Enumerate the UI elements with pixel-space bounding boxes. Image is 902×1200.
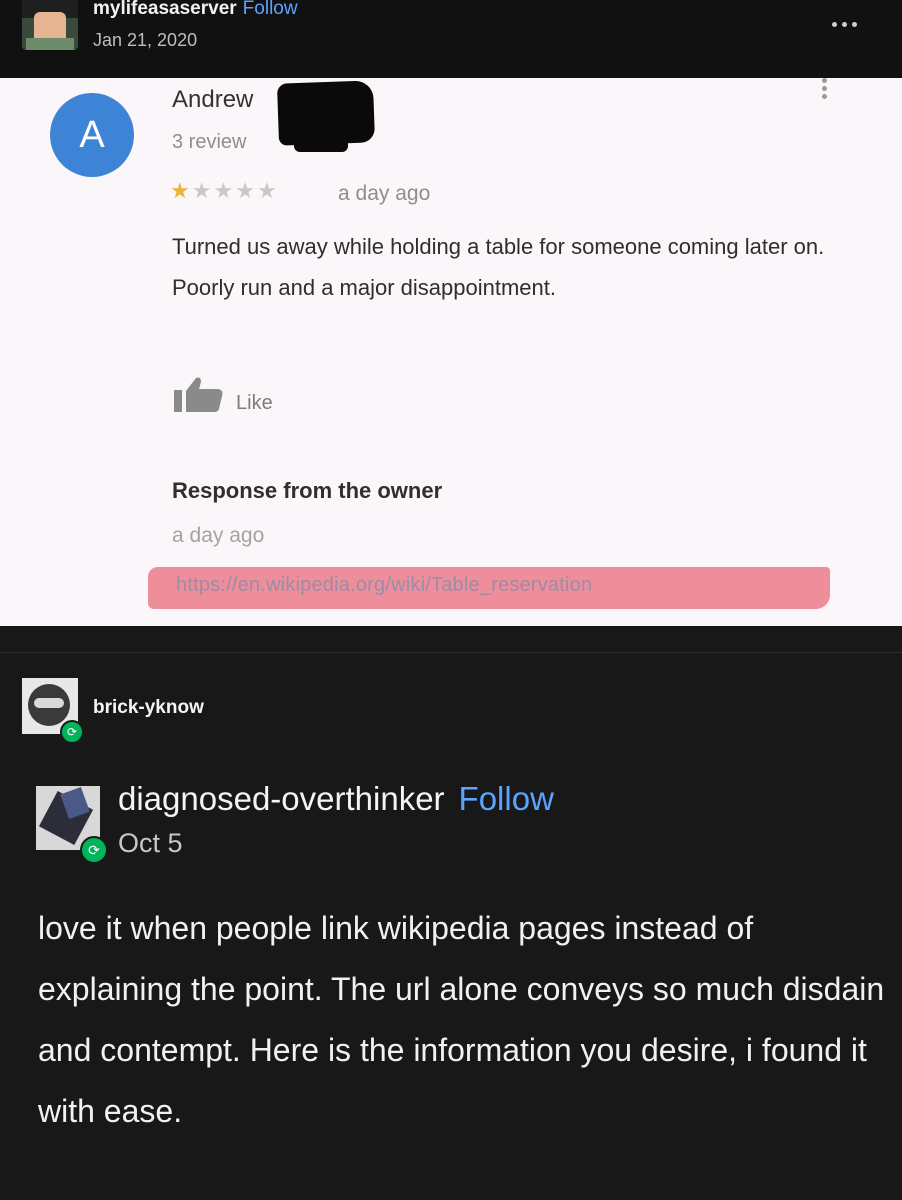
redaction-mark-lower bbox=[294, 130, 348, 152]
top-post-header: mylifeasaserver Follow Jan 21, 2020 bbox=[0, 0, 902, 78]
review-time: a day ago bbox=[338, 182, 431, 205]
star-icon: ★ bbox=[256, 178, 279, 203]
more-icon[interactable] bbox=[832, 14, 866, 27]
op-username-line: diagnosed-overthinker Follow bbox=[118, 780, 554, 818]
star-icon: ★ bbox=[170, 178, 192, 203]
star-rating: ★★★★★ bbox=[170, 178, 279, 204]
op-username[interactable]: diagnosed-overthinker bbox=[118, 780, 445, 817]
follow-button[interactable]: Follow bbox=[243, 0, 298, 19]
review-text: Turned us away while holding a table for… bbox=[172, 234, 825, 300]
review-screenshot: A Andrew 3 review ★★★★★ a day ago Turned… bbox=[0, 78, 902, 626]
owner-response-title: Response from the owner bbox=[172, 478, 443, 503]
post-date: Jan 21, 2020 bbox=[93, 30, 198, 50]
reviewer-name: Andrew bbox=[172, 86, 254, 113]
review-count: 3 review bbox=[172, 131, 247, 153]
op-body-text: love it when people link wikipedia pages… bbox=[38, 910, 885, 1129]
reblog-icon: ⟳ bbox=[60, 720, 84, 744]
star-icon: ★ bbox=[213, 178, 236, 203]
op-date: Oct 5 bbox=[118, 828, 183, 858]
post-username-text[interactable]: mylifeasaserver bbox=[93, 0, 237, 19]
reviewer-avatar: A bbox=[50, 93, 134, 177]
owner-response-link: https://en.wikipedia.org/wiki/Table_rese… bbox=[176, 574, 593, 596]
owner-response-time: a day ago bbox=[172, 524, 265, 547]
reblog-username[interactable]: brick-yknow bbox=[93, 697, 204, 719]
like-button: Like bbox=[236, 392, 273, 414]
star-icon: ★ bbox=[191, 178, 214, 203]
star-icon: ★ bbox=[235, 178, 257, 203]
follow-button[interactable]: Follow bbox=[459, 780, 554, 817]
user-avatar[interactable] bbox=[22, 0, 78, 50]
post-divider bbox=[0, 652, 902, 653]
thumbs-up-icon bbox=[174, 377, 223, 412]
kebab-icon bbox=[822, 78, 828, 100]
post-username[interactable]: mylifeasaserver Follow bbox=[93, 0, 298, 20]
reblog-icon: ⟳ bbox=[80, 836, 108, 864]
